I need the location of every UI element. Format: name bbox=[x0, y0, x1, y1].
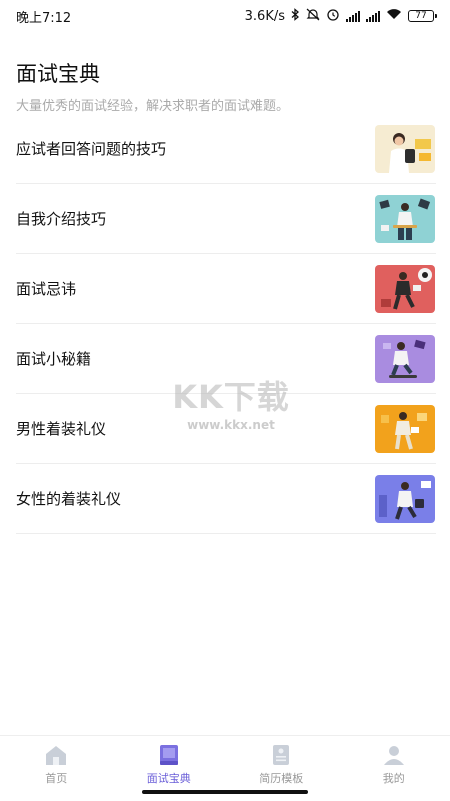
page-title: 面试宝典 bbox=[16, 58, 100, 88]
home-indicator[interactable] bbox=[142, 790, 308, 794]
status-bar: 晚上7:12 3.6K/s 77 bbox=[0, 0, 450, 32]
thumbnail-image bbox=[375, 195, 435, 243]
list-item-label: 面试忌讳 bbox=[16, 278, 76, 299]
list-item-label: 女性的着装礼仪 bbox=[16, 488, 121, 509]
net-speed: 3.6K/s bbox=[245, 9, 285, 24]
page-subtitle: 大量优秀的面试经验，解决求职者的面试难题。 bbox=[16, 95, 289, 114]
wifi-icon bbox=[386, 8, 402, 24]
list-item-label: 自我介绍技巧 bbox=[16, 208, 106, 229]
bluetooth-icon bbox=[291, 8, 300, 25]
thumbnail-image bbox=[375, 335, 435, 383]
list-item-label: 面试小秘籍 bbox=[16, 348, 91, 369]
nav-label: 简历模板 bbox=[259, 770, 303, 786]
list-item-self-intro[interactable]: 自我介绍技巧 bbox=[16, 184, 436, 254]
list-item-male-dress[interactable]: 男性着装礼仪 bbox=[16, 394, 436, 464]
list-item-answer-skills[interactable]: 应试者回答问题的技巧 bbox=[16, 114, 436, 184]
nav-label: 我的 bbox=[383, 770, 405, 786]
thumbnail-image bbox=[375, 405, 435, 453]
thumbnail-image bbox=[375, 125, 435, 173]
status-icons: 3.6K/s 77 bbox=[245, 8, 434, 25]
list-item-female-dress[interactable]: 女性的着装礼仪 bbox=[16, 464, 436, 534]
book-icon bbox=[157, 744, 181, 766]
nav-label: 首页 bbox=[45, 770, 67, 786]
thumbnail-image bbox=[375, 265, 435, 313]
resume-icon bbox=[269, 744, 293, 766]
home-icon bbox=[44, 744, 68, 766]
thumbnail-image bbox=[375, 475, 435, 523]
signal-icon bbox=[346, 11, 360, 22]
tips-list: 应试者回答问题的技巧 自我介绍技巧 bbox=[16, 114, 436, 534]
nav-item-mine[interactable]: 我的 bbox=[338, 736, 450, 801]
list-item-label: 男性着装礼仪 bbox=[16, 418, 106, 439]
battery-icon: 77 bbox=[408, 10, 434, 22]
battery-level: 77 bbox=[415, 12, 426, 21]
list-item-label: 应试者回答问题的技巧 bbox=[16, 138, 166, 159]
hd-signal-icon bbox=[366, 11, 380, 22]
status-time: 晚上7:12 bbox=[16, 7, 71, 26]
list-item-taboos[interactable]: 面试忌讳 bbox=[16, 254, 436, 324]
list-item-secrets[interactable]: 面试小秘籍 bbox=[16, 324, 436, 394]
mute-icon bbox=[306, 8, 320, 25]
nav-item-home[interactable]: 首页 bbox=[0, 736, 113, 801]
profile-icon bbox=[382, 744, 406, 766]
nav-label: 面试宝典 bbox=[147, 770, 191, 786]
alarm-icon bbox=[326, 8, 340, 25]
